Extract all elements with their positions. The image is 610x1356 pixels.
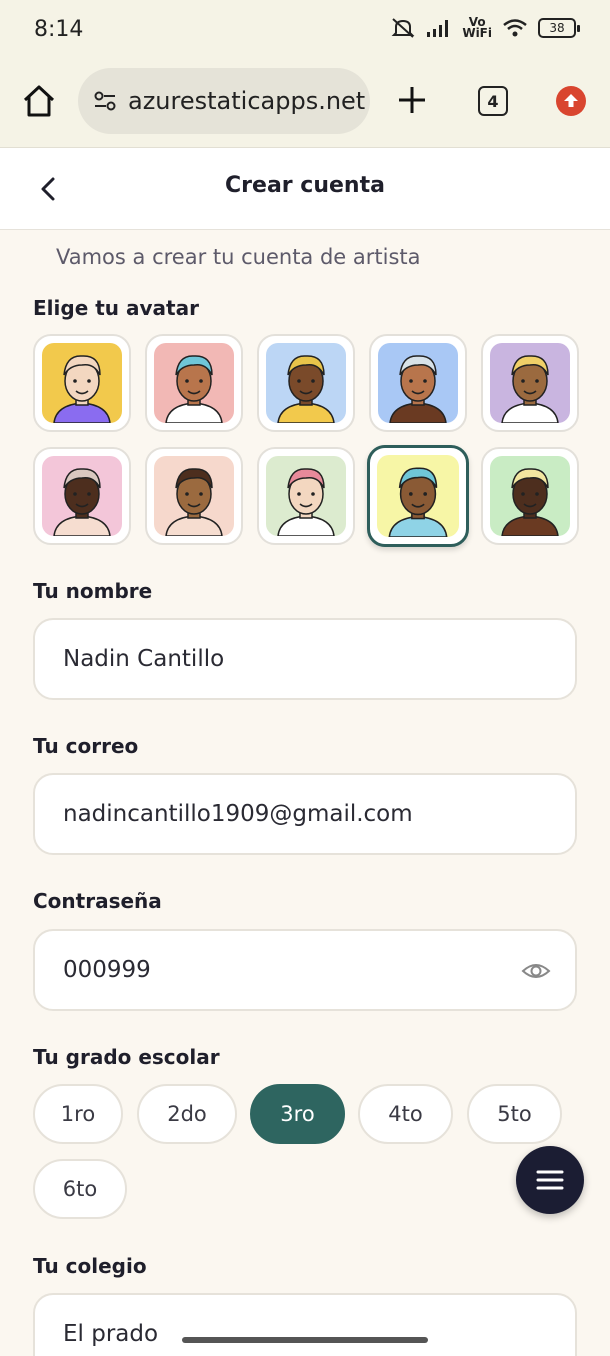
grade-label: Tu grado escolar: [33, 1045, 220, 1069]
battery-icon: 38: [538, 18, 580, 38]
avatar-picture: [490, 343, 570, 423]
avatar-option[interactable]: [145, 447, 243, 545]
avatar-option[interactable]: [33, 334, 131, 432]
arrow-up-icon: [564, 94, 578, 107]
email-value: nadincantillo1909@gmail.com: [63, 801, 413, 827]
avatar-option[interactable]: [369, 334, 467, 432]
avatar-option[interactable]: [257, 334, 355, 432]
app-header: Crear cuenta: [0, 148, 610, 230]
avatar-face-icon: [378, 343, 458, 423]
avatar-option[interactable]: [257, 447, 355, 545]
avatar-picture: [378, 343, 458, 423]
status-icons: Vo WiFi 38: [390, 15, 580, 40]
site-settings-icon[interactable]: [92, 88, 118, 114]
home-icon[interactable]: [20, 82, 58, 120]
avatar-face-icon: [42, 343, 122, 423]
update-icon[interactable]: [556, 86, 586, 116]
avatar-face-icon: [154, 456, 234, 536]
avatar-label: Elige tu avatar: [33, 296, 199, 320]
avatar-picture: [377, 455, 459, 537]
avatar-picture: [154, 343, 234, 423]
avatar-face-icon: [490, 343, 570, 423]
menu-fab-button[interactable]: [516, 1146, 584, 1214]
avatar-face-icon: [266, 343, 346, 423]
url-text: azurestaticapps.net: [128, 87, 366, 115]
avatar-picture: [42, 343, 122, 423]
school-input[interactable]: El prado: [33, 1293, 577, 1356]
email-label: Tu correo: [33, 734, 139, 758]
hamburger-menu-icon: [536, 1170, 564, 1190]
avatar-option[interactable]: [481, 334, 579, 432]
grade-chip-6to[interactable]: 6to: [33, 1159, 127, 1219]
avatar-picture: [490, 456, 570, 536]
avatar-face-icon: [266, 456, 346, 536]
wifi-icon: [503, 19, 527, 37]
avatar-option[interactable]: [33, 447, 131, 545]
browser-toolbar: azurestaticapps.net 4: [0, 60, 610, 148]
silent-bell-icon: [391, 18, 415, 38]
avatar-face-icon: [42, 456, 122, 536]
status-time: 8:14: [34, 17, 84, 42]
avatar-picture: [266, 456, 346, 536]
avatar-face-icon: [490, 456, 570, 536]
avatar-picture: [154, 456, 234, 536]
page-title: Crear cuenta: [225, 173, 385, 198]
grade-chip-5to[interactable]: 5to: [467, 1084, 562, 1144]
email-input[interactable]: nadincantillo1909@gmail.com: [33, 773, 577, 855]
password-value: 000999: [63, 957, 151, 983]
password-input[interactable]: 000999: [33, 929, 577, 1011]
grade-chip-3ro[interactable]: 3ro: [250, 1084, 345, 1144]
vowifi-icon: Vo WiFi: [462, 15, 492, 40]
name-label: Tu nombre: [33, 579, 153, 603]
avatar-option[interactable]: [367, 445, 469, 547]
avatar-option[interactable]: [481, 447, 579, 545]
name-input[interactable]: Nadin Cantillo: [33, 618, 577, 700]
gesture-home-indicator: [182, 1337, 428, 1343]
school-value: El prado: [63, 1321, 159, 1347]
grade-chip-2do[interactable]: 2do: [137, 1084, 237, 1144]
address-bar[interactable]: azurestaticapps.net: [78, 68, 370, 134]
grade-chip-4to[interactable]: 4to: [358, 1084, 453, 1144]
avatar-picture: [266, 343, 346, 423]
avatar-face-icon: [377, 455, 459, 537]
school-label: Tu colegio: [33, 1254, 147, 1278]
avatar-option[interactable]: [145, 334, 243, 432]
page-subtitle: Vamos a crear tu cuenta de artista: [56, 245, 421, 269]
status-bar: 8:14 Vo WiFi 38: [0, 0, 610, 60]
grade-chip-1ro[interactable]: 1ro: [33, 1084, 123, 1144]
avatar-picture: [42, 456, 122, 536]
name-value: Nadin Cantillo: [63, 646, 225, 672]
avatar-face-icon: [154, 343, 234, 423]
signal-icon: [427, 20, 449, 37]
new-tab-icon[interactable]: [394, 82, 430, 118]
tab-switcher-button[interactable]: 4: [478, 86, 508, 116]
show-password-eye-icon[interactable]: [521, 957, 551, 985]
password-label: Contraseña: [33, 889, 162, 913]
